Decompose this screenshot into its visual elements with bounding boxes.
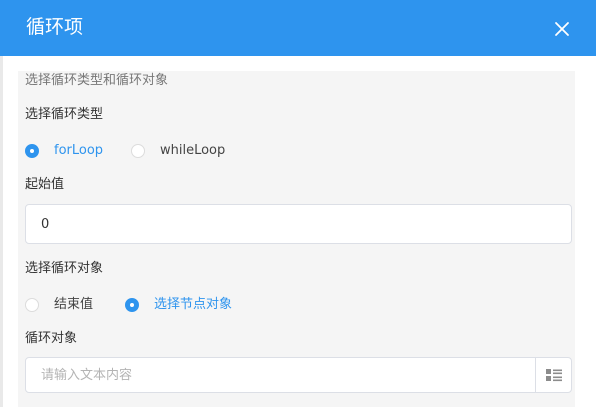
radio-select-node-label: 选择节点对象 (154, 297, 233, 312)
loop-object-select-button[interactable] (535, 358, 571, 392)
radio-end-value-label: 结束值 (54, 297, 94, 312)
loop-object-label: 循环对象 (25, 331, 78, 346)
start-value-input[interactable] (26, 205, 571, 243)
close-icon (555, 22, 569, 36)
dialog-title: 循环项 (26, 16, 84, 38)
loop-item-dialog: 循环项 选择循环类型和循环对象 选择循环类型 forLoop whileLoop… (0, 0, 596, 407)
dialog-header: 循环项 (0, 0, 596, 56)
radio-forloop-label: forLoop (54, 143, 104, 158)
loop-object-field[interactable] (25, 357, 572, 393)
radio-forloop-dot[interactable] (25, 144, 39, 158)
section-description: 选择循环类型和循环对象 (25, 73, 169, 88)
close-button[interactable] (552, 19, 572, 39)
list-select-icon (545, 369, 562, 382)
loop-object-type-label: 选择循环对象 (25, 261, 104, 276)
radio-whileloop-dot[interactable] (131, 144, 145, 158)
loop-type-label: 选择循环类型 (25, 107, 104, 122)
radio-select-node[interactable]: 选择节点对象 (125, 296, 232, 314)
radio-forloop[interactable]: forLoop (25, 142, 103, 160)
start-value-field[interactable] (25, 204, 572, 244)
loop-object-input[interactable] (26, 358, 571, 392)
radio-select-node-dot[interactable] (125, 298, 139, 312)
radio-end-value[interactable]: 结束值 (25, 296, 93, 314)
start-value-label: 起始值 (25, 177, 65, 192)
radio-whileloop[interactable]: whileLoop (131, 142, 225, 160)
radio-end-value-dot[interactable] (25, 298, 39, 312)
radio-whileloop-label: whileLoop (160, 143, 226, 158)
